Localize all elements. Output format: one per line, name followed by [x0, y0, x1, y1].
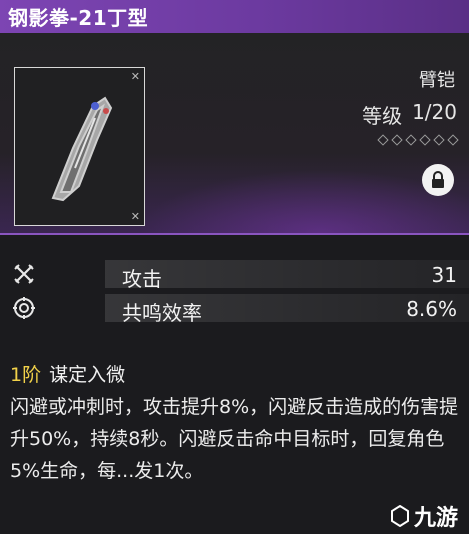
- skill-description: 闪避或冲刺时，攻击提升8%，闪避反击造成的伤害提升50%，持续8秒。闪避反击命中…: [10, 396, 459, 482]
- star-empty-icon: [419, 134, 431, 146]
- item-title: 钢影拳-21丁型: [8, 6, 149, 30]
- stats-list: 攻击 31 共鸣效率 8.6%: [0, 257, 469, 325]
- item-card: ✕ ✕ 臂铠 等级 1/20: [0, 33, 469, 235]
- stat-row-resonance: 共鸣效率 8.6%: [0, 291, 469, 325]
- level-label: 等级: [362, 104, 403, 128]
- stat-label: 共鸣效率: [122, 301, 202, 325]
- title-bar: 钢影拳-21丁型: [0, 0, 469, 33]
- attack-icon: [14, 264, 34, 284]
- corner-mark-icon: ✕: [130, 210, 140, 223]
- skill-name: 谋定入微: [49, 364, 126, 386]
- watermark-site: 九游: [414, 506, 459, 531]
- nine-game-logo-icon: [391, 505, 409, 527]
- skill-rank: 1阶: [10, 364, 42, 386]
- star-empty-icon: [433, 134, 445, 146]
- skill-section: 1阶 谋定入微 闪避或冲刺时，攻击提升8%，闪避反击造成的伤害提升50%，持续8秒…: [0, 360, 469, 487]
- star-rating: [377, 134, 459, 146]
- star-empty-icon: [391, 134, 403, 146]
- star-empty-icon: [405, 134, 417, 146]
- resonance-icon: [13, 297, 35, 319]
- watermark-logo: 九游: [390, 500, 458, 532]
- corner-mark-icon: ✕: [130, 70, 140, 83]
- gauntlet-icon: [51, 96, 113, 202]
- equipment-type: 臂铠: [419, 70, 455, 91]
- skill-header: 1阶 谋定入微: [10, 360, 459, 387]
- item-thumbnail[interactable]: ✕ ✕: [14, 67, 145, 226]
- stat-value: 31: [431, 263, 457, 287]
- stat-label: 攻击: [122, 267, 162, 291]
- lock-button[interactable]: [422, 164, 454, 196]
- level-value: 1/20: [412, 100, 457, 124]
- star-empty-icon: [377, 134, 389, 146]
- stat-value: 8.6%: [406, 297, 457, 321]
- lock-icon: [432, 171, 444, 188]
- stat-row-attack: 攻击 31: [0, 257, 469, 291]
- level-row: 等级 1/20: [362, 100, 457, 129]
- star-empty-icon: [447, 134, 459, 146]
